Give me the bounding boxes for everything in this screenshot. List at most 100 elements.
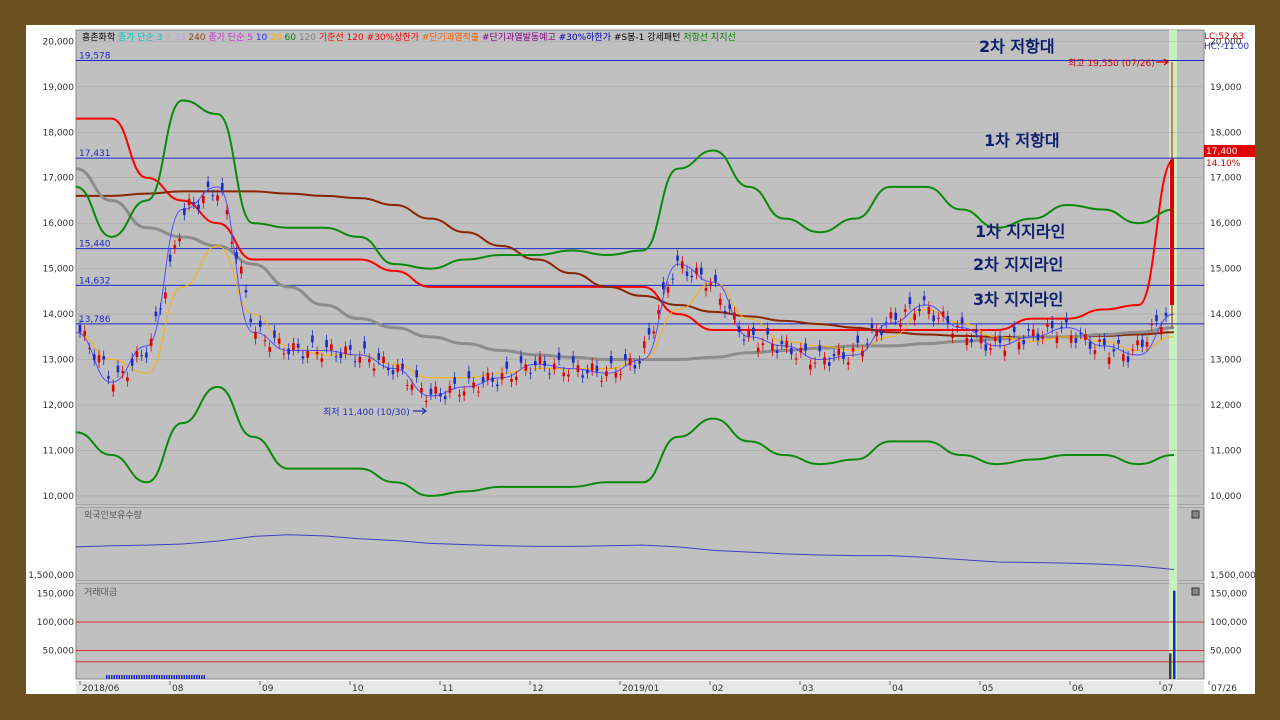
candle-body [405,385,409,387]
y-tick-label-right: 15,000 [1210,265,1242,275]
trading-bar-small [116,675,118,679]
legend-item: #30%상한가 [367,32,422,43]
candle-body [823,357,826,365]
panel-1-toggle[interactable] [1191,510,1200,519]
candle-body [254,331,257,339]
candle-body [998,335,1002,343]
candle-body [429,388,433,395]
x-tick-label: 12 [532,684,543,694]
candle-body [510,379,513,382]
candle-body [785,340,788,348]
candle-body [756,347,760,352]
candle-body [358,356,362,363]
candle-body [775,350,779,354]
horizontal-level-label: 13,786 [79,315,111,325]
candle-body [1122,354,1125,362]
support-1-label: 1차 지지라인 [975,222,1065,241]
candle-body [699,267,703,275]
trading-bar-small [158,675,160,679]
legend-item: 7 [165,33,174,43]
candle-body [690,275,694,278]
candle-body [1031,329,1035,336]
candle-body [363,341,366,349]
candle-body [813,362,817,364]
candle-body [552,363,556,370]
current-change-value: 14.10% [1206,159,1241,169]
resistance-1-label: 1차 저항대 [984,131,1060,150]
y-tick-label-right: 10,000 [1210,492,1242,502]
candle-body [1103,338,1106,346]
candle-body [135,351,139,358]
x-tick-label: 06 [1072,684,1084,694]
candle-body [216,195,219,201]
trading-y-label-left: 150,000 [37,590,74,600]
candle-body [263,339,267,342]
candle-body [941,311,945,317]
candle-body [638,361,641,364]
candle-body [922,296,926,301]
horizontal-level-label: 19,578 [79,52,111,62]
candle-body [330,344,333,351]
legend-item: #단기과열적출 [422,31,482,43]
trading-bar-small [133,675,135,679]
candle-body [979,336,983,344]
candle-body [790,348,793,355]
candle-body [1060,326,1063,328]
candle-body [187,198,191,206]
support-2-label: 2차 지지라인 [973,255,1063,274]
candle-body [557,352,561,360]
candle-body [372,368,376,371]
trading-bar-small [191,675,193,679]
candle-body [306,351,309,358]
candle-body [742,339,746,341]
candle-body [353,361,357,363]
candle-body [1046,323,1049,327]
candle-body [439,393,442,397]
legend-stock-name: 흥촌화학 [82,31,118,43]
candle-body [401,363,404,370]
y-tick-label-right: 19,000 [1210,83,1242,93]
candle-body [600,380,603,382]
legend-item: #30%하한가 [559,32,614,43]
trading-bar-small [123,675,125,679]
panel-2-toggle[interactable] [1191,587,1200,596]
candle-body [1008,339,1011,341]
candle-body [273,330,276,338]
candle-body [1012,326,1016,333]
candle-body [1027,329,1030,331]
candle-body [718,298,722,305]
candle-body [865,343,869,345]
candle-body [1050,321,1054,329]
candle-body [268,347,271,352]
candle-body [1069,335,1073,343]
trading-bar-small [146,675,148,679]
candle-body [230,241,234,244]
trading-bar-small [141,675,143,679]
trading-y-label-left: 100,000 [37,618,74,628]
legend-item: 60 [284,33,298,43]
legend-item: 10 [256,33,270,43]
candle-body [624,354,627,361]
x-tick-label: 04 [892,684,904,694]
y-tick-label-left: 19,000 [43,83,75,93]
candle-body [529,372,532,374]
candle-body [956,325,959,328]
candle-body [899,323,902,327]
candle-body [111,384,115,392]
trading-bar-small [171,675,173,679]
candle-body [1126,356,1130,363]
trading-bar-small [118,675,120,679]
resistance-2-label: 2차 저항대 [979,37,1055,56]
candle-body [576,365,580,372]
x-tick-label: 11 [442,684,453,694]
candle-body [88,347,91,349]
foreign-holdings-panel [75,506,1205,582]
candle-body [728,304,732,309]
candle-body [500,373,504,380]
candle-body [989,348,992,350]
candle-body [951,333,954,339]
candle-body [918,309,921,311]
candle-body [491,377,494,382]
foreign-y-label-left: 1,500,000 [28,571,74,581]
candle-body [1079,333,1082,335]
